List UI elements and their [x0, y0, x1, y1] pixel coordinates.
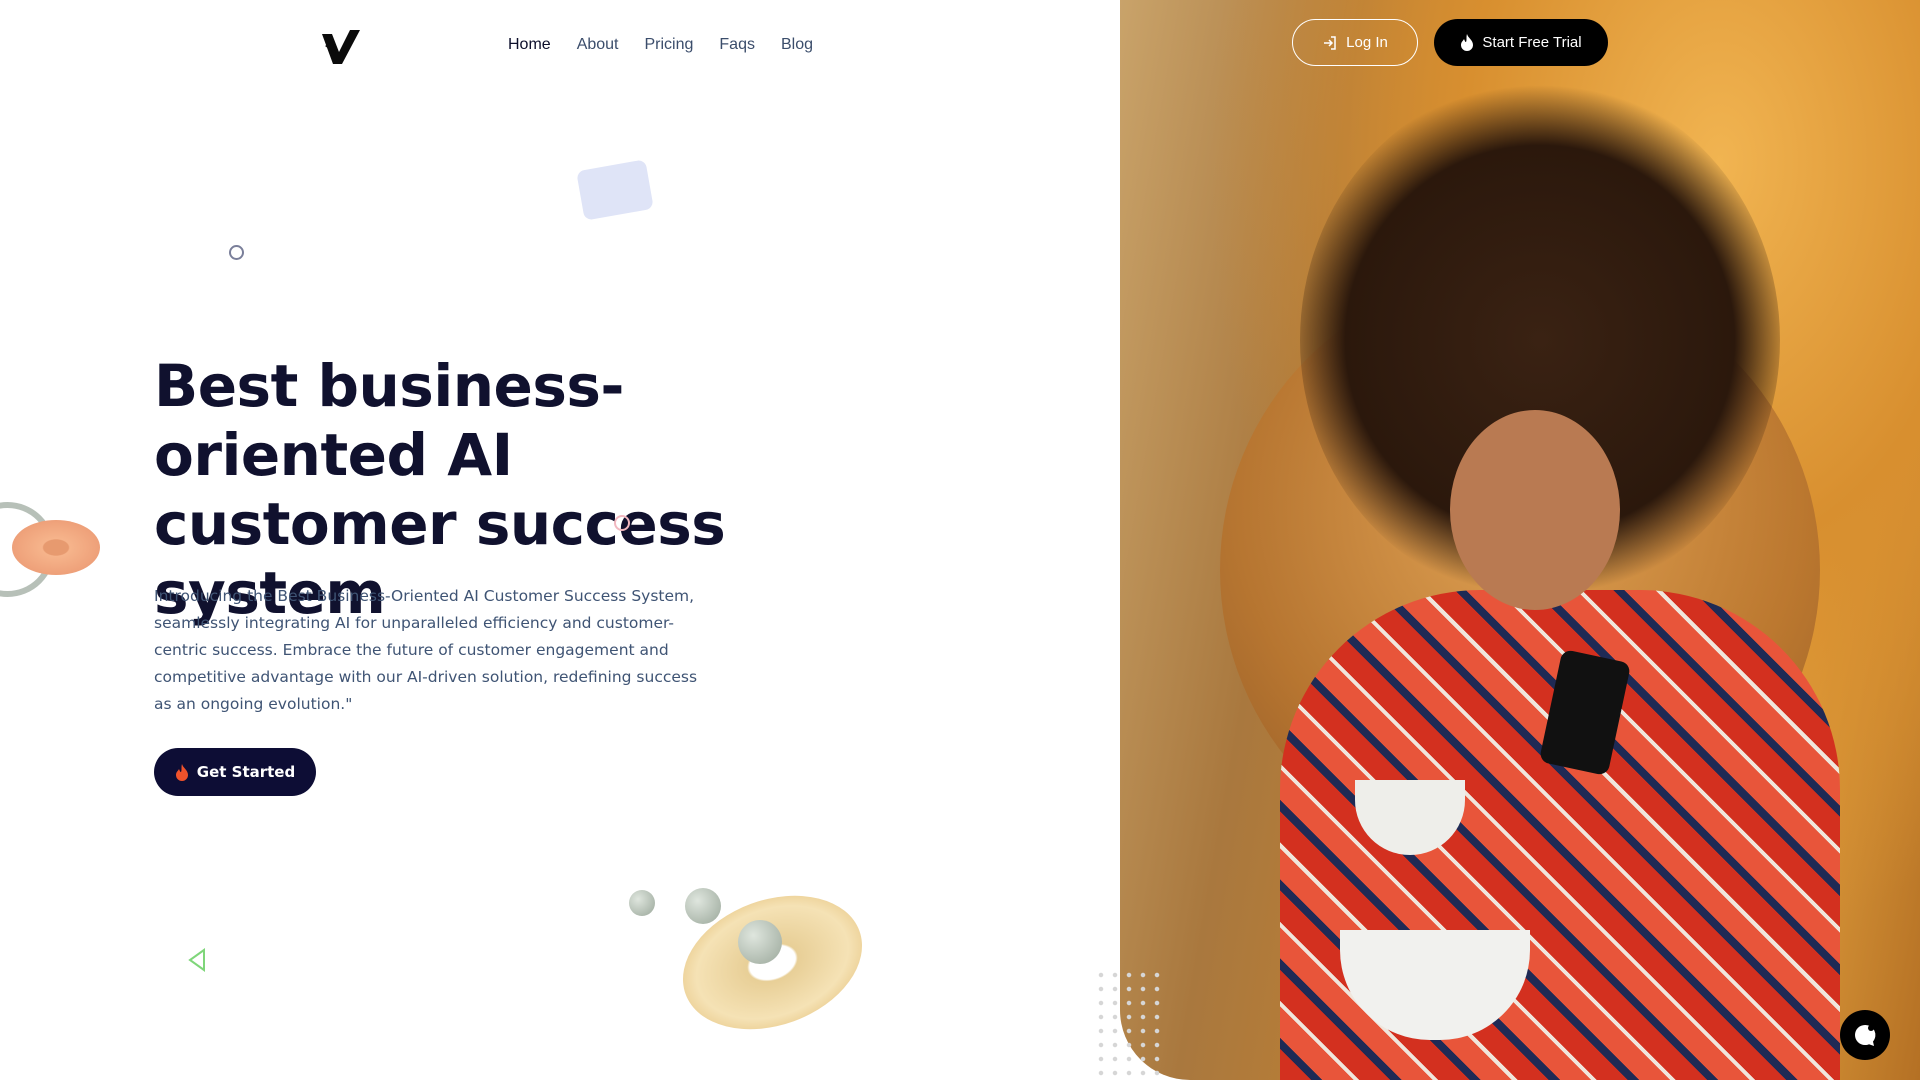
decor-like-bubble [576, 159, 654, 221]
nav-faqs[interactable]: Faqs [719, 36, 755, 54]
hero-description: Introducing the Best Business-Oriented A… [154, 587, 698, 713]
get-started-label: Get Started [196, 763, 296, 781]
login-button[interactable]: Log In [1292, 19, 1418, 66]
login-label: Log In [1346, 34, 1388, 51]
login-icon [1324, 35, 1336, 50]
get-started-button[interactable]: Get Started [154, 748, 316, 796]
decor-circle-pink [614, 515, 630, 531]
logo[interactable] [322, 30, 360, 64]
nav-pricing[interactable]: Pricing [645, 36, 694, 54]
hero-photo [1120, 0, 1920, 1080]
decor-ball [738, 920, 782, 964]
decor-dots [1094, 968, 1164, 1080]
start-free-trial-button[interactable]: Start Free Trial [1434, 19, 1608, 66]
flame-icon [1461, 34, 1474, 51]
main-nav: Home About Pricing Faqs Blog [508, 36, 813, 54]
nav-blog[interactable]: Blog [781, 36, 813, 54]
chat-button[interactable] [1840, 1010, 1890, 1060]
decor-donut-orange [12, 520, 100, 575]
nav-about[interactable]: About [577, 36, 619, 54]
trial-label: Start Free Trial [1482, 34, 1582, 51]
decor-ball [629, 890, 655, 916]
decor-triangle [188, 948, 205, 972]
nav-home[interactable]: Home [508, 36, 551, 54]
flame-icon [175, 763, 188, 781]
chat-icon [1855, 1024, 1876, 1046]
decor-ball [685, 888, 721, 924]
decor-circle [229, 245, 244, 260]
